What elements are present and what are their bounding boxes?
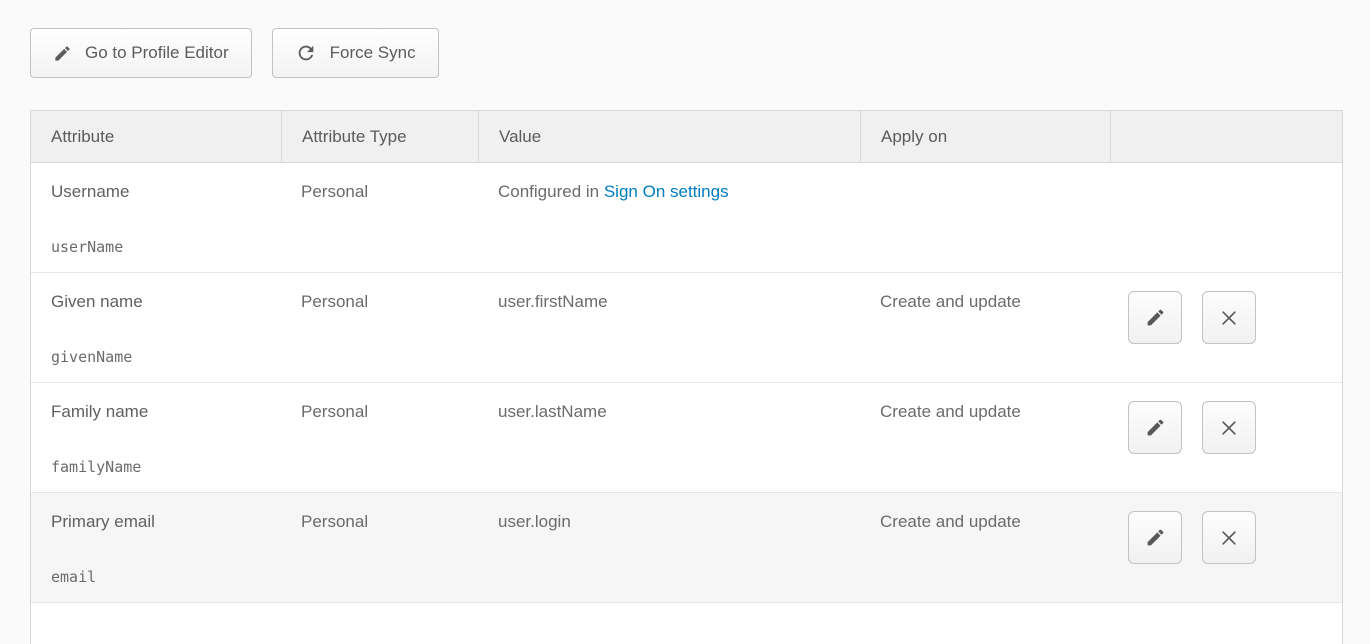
value-cell: user.lastName [478,383,860,492]
header-actions [1110,111,1342,162]
attribute-name: userName [51,238,271,256]
pencil-icon [53,44,72,63]
edit-attribute-button[interactable] [1128,291,1182,344]
table-row-primary-email: Primary email email Personal user.login … [31,493,1342,603]
close-icon [1219,418,1239,438]
actions-cell [1110,383,1342,492]
attribute-cell: Primary email email [31,493,281,602]
attribute-cell: Username userName [31,163,281,272]
attribute-label: Username [51,182,271,202]
apply-on-cell: Create and update [860,273,1110,382]
close-icon [1219,528,1239,548]
refresh-icon [295,42,317,64]
go-to-profile-editor-label: Go to Profile Editor [85,43,229,63]
attribute-name: email [51,568,271,586]
pencil-icon [1145,417,1166,438]
attribute-type-cell: Personal [281,383,478,492]
actions-cell [1110,273,1342,382]
table-row-partial [31,603,1342,639]
delete-attribute-button[interactable] [1202,401,1256,454]
attribute-label: Given name [51,292,271,312]
attribute-name: givenName [51,348,271,366]
attribute-type-cell: Personal [281,273,478,382]
attribute-label: Family name [51,402,271,422]
delete-attribute-button[interactable] [1202,511,1256,564]
go-to-profile-editor-button[interactable]: Go to Profile Editor [30,28,252,78]
close-icon [1219,308,1239,328]
header-attribute-type: Attribute Type [281,111,478,162]
attribute-cell: Family name familyName [31,383,281,492]
pencil-icon [1145,307,1166,328]
value-cell: Configured in Sign On settings [478,163,860,272]
table-row-family-name: Family name familyName Personal user.las… [31,383,1342,493]
attribute-mappings-table: Attribute Attribute Type Value Apply on … [30,110,1343,644]
table-header-row: Attribute Attribute Type Value Apply on [31,111,1342,163]
toolbar: Go to Profile Editor Force Sync [30,28,439,78]
actions-cell [1110,493,1342,602]
app-mappings-page: Go to Profile Editor Force Sync Attribut… [0,0,1370,644]
actions-cell [1110,163,1342,272]
force-sync-label: Force Sync [330,43,416,63]
delete-attribute-button[interactable] [1202,291,1256,344]
attribute-type-cell: Personal [281,493,478,602]
table-row-username: Username userName Personal Configured in… [31,163,1342,273]
attribute-cell: Given name givenName [31,273,281,382]
sign-on-settings-link[interactable]: Sign On settings [604,182,729,201]
value-prefix: Configured in [498,182,604,201]
table-row-given-name: Given name givenName Personal user.first… [31,273,1342,383]
header-value: Value [478,111,860,162]
attribute-label: Primary email [51,512,271,532]
value-cell: user.firstName [478,273,860,382]
header-apply-on: Apply on [860,111,1110,162]
header-attribute: Attribute [31,111,281,162]
apply-on-cell [860,163,1110,272]
edit-attribute-button[interactable] [1128,511,1182,564]
apply-on-cell: Create and update [860,493,1110,602]
force-sync-button[interactable]: Force Sync [272,28,439,78]
apply-on-cell: Create and update [860,383,1110,492]
value-cell: user.login [478,493,860,602]
pencil-icon [1145,527,1166,548]
attribute-name: familyName [51,458,271,476]
edit-attribute-button[interactable] [1128,401,1182,454]
attribute-type-cell: Personal [281,163,478,272]
